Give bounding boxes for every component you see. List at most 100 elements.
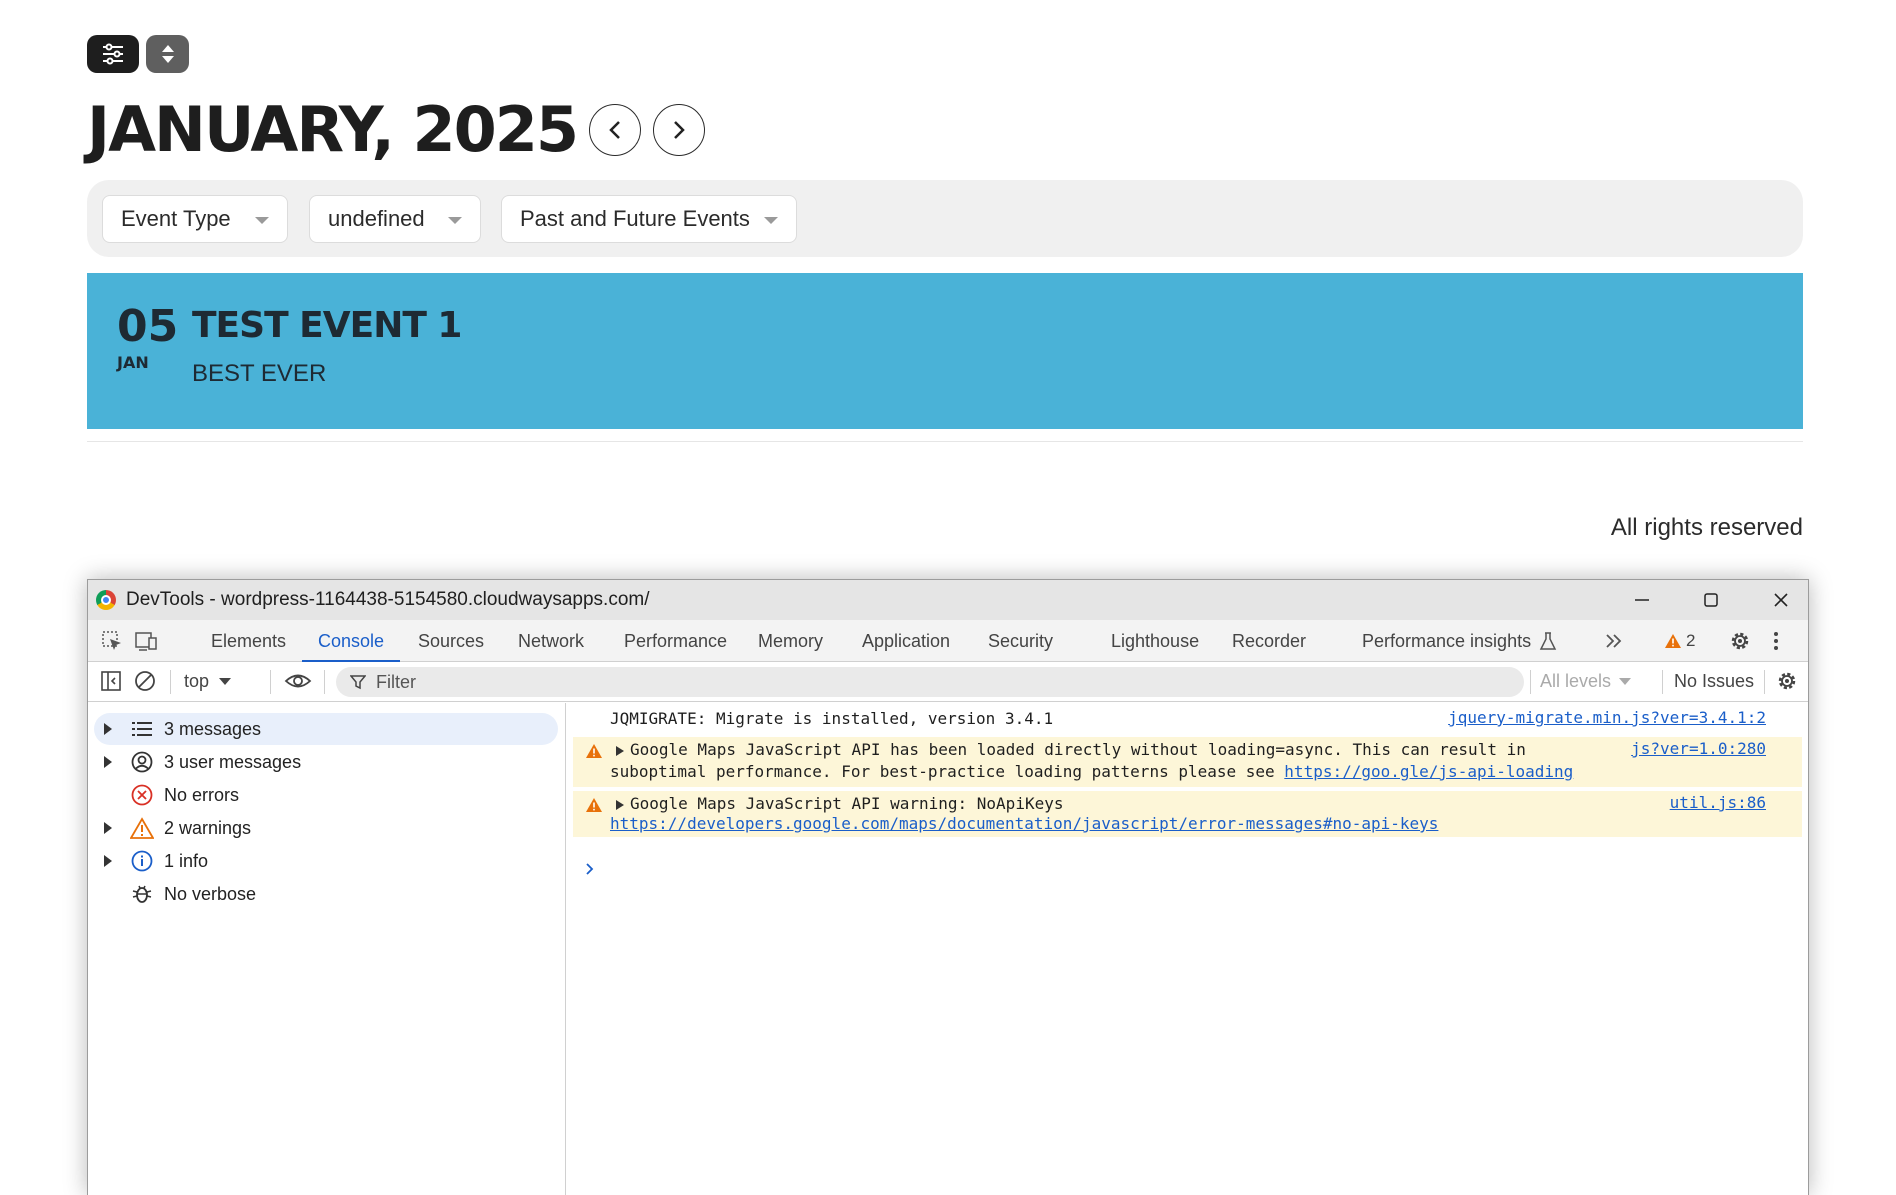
caret-down-icon [448,217,462,224]
footer-text: All rights reserved [1610,514,1803,541]
divider [1764,670,1765,694]
tab-application[interactable]: Application [862,620,950,662]
event-card[interactable]: 05 JAN TEST EVENT 1 BEST EVER [87,273,1803,429]
sort-toggle-button[interactable] [146,35,189,73]
warning-icon [130,816,154,840]
expand-arrow-icon[interactable] [616,800,624,810]
event-day: 05 [117,301,179,352]
toggle-sidebar-button[interactable] [100,670,122,697]
next-month-button[interactable] [653,104,706,156]
page-title: JANUARY, 2025 [87,93,579,166]
issues-button[interactable]: No Issues [1674,671,1754,692]
sliders-icon [103,43,123,65]
message-text: Google Maps JavaScript API has been load… [630,740,1526,759]
tab-memory[interactable]: Memory [758,620,823,662]
log-levels-select[interactable]: All levels [1540,671,1632,692]
sidebar-item-verbose[interactable]: No verbose [94,878,558,910]
customize-menu-button[interactable] [1764,629,1788,653]
context-select[interactable]: top [184,671,232,692]
expand-arrow-icon[interactable] [616,746,624,756]
more-tabs-button[interactable] [1602,629,1626,653]
expand-arrow-icon[interactable] [104,756,112,768]
message-source-link[interactable]: jquery-migrate.min.js?ver=3.4.1:2 [1448,708,1766,727]
context-label: top [184,671,210,691]
message-source-link[interactable]: js?ver=1.0:280 [1631,739,1766,758]
tab-security[interactable]: Security [988,620,1053,662]
message-text: suboptimal performance. For best-practic… [610,762,1285,781]
device-toolbar-button[interactable] [134,629,158,653]
live-expression-button[interactable] [284,670,312,697]
tab-network[interactable]: Network [518,620,584,662]
console-prompt[interactable] [585,857,595,881]
clear-console-button[interactable] [134,670,156,697]
divider [170,670,171,694]
user-icon [130,750,154,774]
maximize-button[interactable] [1699,588,1723,612]
message-link[interactable]: https://goo.gle/js-api-loading [1284,762,1573,781]
chevron-double-right-icon [1606,634,1622,648]
event-title[interactable]: TEST EVENT 1 [192,305,462,346]
filter-placeholder: Filter [376,671,416,692]
top-controls [87,35,189,73]
console-toolbar: top Filter All levels No Issues [88,662,1808,702]
settings-button[interactable] [1728,629,1752,653]
divider [324,670,325,694]
close-button[interactable] [1769,588,1793,612]
tab-recorder[interactable]: Recorder [1232,620,1306,662]
sidebar-item-errors[interactable]: No errors [94,779,558,811]
filter-settings-button[interactable] [87,35,139,73]
console-message: JQMIGRATE: Migrate is installed, version… [567,703,1808,735]
tab-sources[interactable]: Sources [418,620,484,662]
devtools-window: DevTools - wordpress-1164438-5154580.clo… [87,579,1809,1195]
console-body: 3 messages 3 user messages No errors 2 w… [88,703,1808,1195]
sidebar-item-warnings[interactable]: 2 warnings [94,812,558,844]
chrome-icon [96,590,116,610]
filter-bar: Event Type undefined Past and Future Eve… [87,180,1803,257]
log-levels-label: All levels [1540,671,1612,691]
divider [270,670,271,694]
sort-icon [161,45,174,63]
expand-arrow-icon[interactable] [104,855,112,867]
month-header: JANUARY, 2025 [87,93,706,166]
tab-lighthouse[interactable]: Lighthouse [1111,620,1199,662]
flask-icon [1536,629,1560,653]
block-icon [135,671,155,691]
warnings-counter[interactable]: 2 [1664,629,1704,653]
warning-count: 2 [1686,631,1696,650]
tab-console[interactable]: Console [301,620,401,662]
tab-performance-insights[interactable]: Performance insights [1362,620,1531,662]
sidebar-item-label: 1 info [164,850,209,871]
tab-elements[interactable]: Elements [211,620,286,662]
inspect-element-button[interactable] [100,629,124,653]
console-filter-input[interactable]: Filter [336,667,1524,697]
message-text: Google Maps JavaScript API warning: NoAp… [630,794,1064,813]
sidebar-item-info[interactable]: 1 info [94,845,558,877]
event-type-select[interactable]: Event Type [102,195,288,243]
expand-arrow-icon[interactable] [104,723,112,735]
chevron-right-icon [586,863,594,875]
message-link[interactable]: https://developers.google.com/maps/docum… [610,813,1438,835]
devtools-tabs: Elements Console Sources Network Perform… [88,620,1808,662]
event-type-label: Event Type [121,206,231,231]
sidebar-item-label: 2 warnings [164,817,252,838]
console-settings-button[interactable] [1776,670,1798,697]
warning-icon [1665,634,1681,648]
category-select[interactable]: undefined [309,195,481,243]
sidebar-item-messages[interactable]: 3 messages [94,713,558,745]
sidebar-item-user-messages[interactable]: 3 user messages [94,746,558,778]
tab-performance[interactable]: Performance [624,620,727,662]
sidebar-icon [101,671,121,691]
sidebar-item-label: 3 messages [164,718,262,739]
gear-icon [1731,632,1749,650]
console-warning: Google Maps JavaScript API has been load… [573,737,1802,787]
prev-month-button[interactable] [589,104,642,156]
minimize-button[interactable] [1630,588,1654,612]
message-source-link[interactable]: util.js:86 [1670,793,1766,812]
message-text: JQMIGRATE: Migrate is installed, version… [610,709,1054,728]
kebab-menu-icon [1774,632,1778,650]
expand-arrow-icon[interactable] [104,822,112,834]
device-icon [135,632,157,651]
time-range-select[interactable]: Past and Future Events [501,195,797,243]
chevron-right-icon [674,121,685,139]
window-title: DevTools - wordpress-1164438-5154580.clo… [126,589,650,610]
